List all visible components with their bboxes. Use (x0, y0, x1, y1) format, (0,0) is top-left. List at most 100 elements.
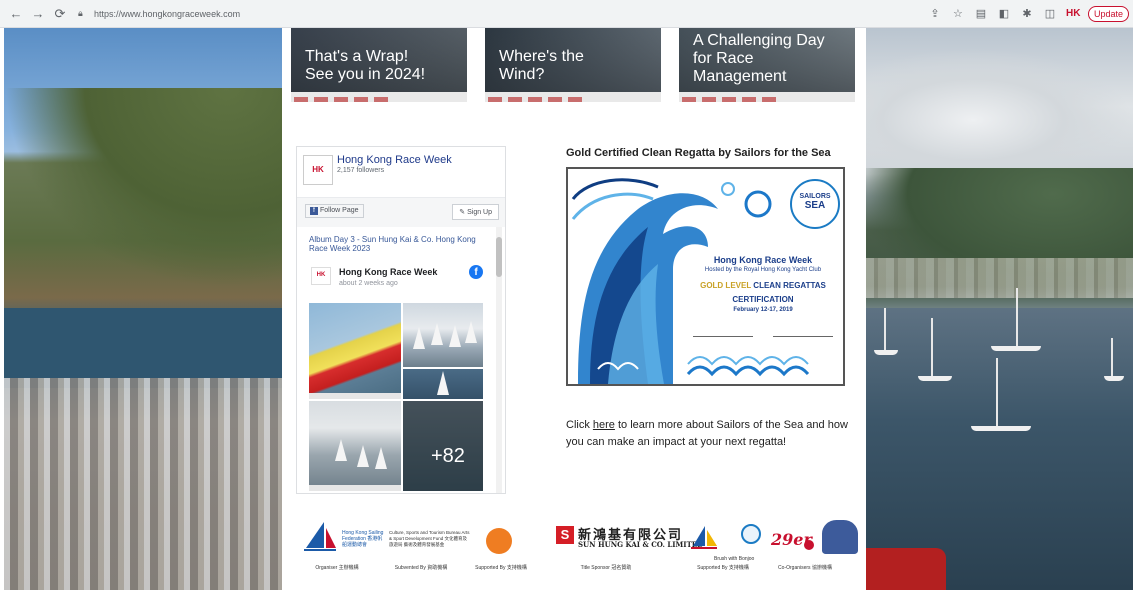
brush-with-bonjoo-text: Brush with Bonjoo (714, 556, 755, 562)
dinghy-park (4, 378, 282, 590)
yacht-mast (1016, 288, 1018, 348)
yacht-mast (996, 358, 998, 428)
clean-regattas-text: CLEAN REGATTAS (753, 281, 826, 290)
signup-label: Sign Up (467, 209, 492, 216)
news-card-title[interactable]: That's a Wrap! See you in 2024! (305, 48, 425, 84)
badge-text: SAILORS (799, 193, 831, 200)
news-card[interactable]: A Challenging Day for Race Management (679, 28, 855, 102)
follow-page-button[interactable]: f Follow Page (305, 204, 364, 218)
news-card[interactable]: That's a Wrap! See you in 2024! (291, 28, 467, 102)
sea-shape (4, 308, 282, 388)
news-title-line: Where's the (499, 48, 584, 65)
organiser-caption: Organiser 主辦機構 (315, 565, 359, 571)
album-photo[interactable] (403, 369, 483, 399)
share-icon[interactable]: ⇪ (928, 7, 942, 21)
facebook-page-name[interactable]: Hong Kong Race Week (337, 154, 452, 166)
photo-strip (309, 485, 401, 491)
sail-shape (437, 371, 449, 395)
page-avatar[interactable]: HK (303, 155, 333, 185)
certificate-level: GOLD LEVEL CLEAN REGATTAS (688, 281, 838, 290)
hk-extension-icon[interactable]: HK (1066, 7, 1080, 21)
news-title-line: That's a Wrap! (305, 48, 409, 65)
news-title-line: Management (693, 68, 787, 85)
post-author[interactable]: Hong Kong Race Week (339, 267, 437, 277)
background-photo-right (866, 28, 1133, 590)
reload-icon[interactable]: ⟳ (52, 6, 68, 22)
orange-circle-logo[interactable] (486, 528, 512, 554)
info-text-start: Click (566, 419, 593, 431)
sponsor-strip (291, 92, 467, 102)
sponsor-logos: Hong Kong Sailing Federation 香港帆船運動總會 Cu… (296, 516, 866, 590)
sign-up-button[interactable]: ✎ Sign Up (452, 204, 499, 220)
photo-strip (309, 393, 401, 399)
hksf-sail-logo[interactable] (302, 520, 338, 554)
sun-hung-kai-logo[interactable]: S (556, 526, 574, 544)
follow-label: Follow Page (320, 207, 359, 214)
album-photo-more[interactable]: +82 (403, 401, 483, 491)
news-title-line: for Race (693, 50, 754, 67)
rhkyc-crest-logo[interactable] (822, 520, 858, 554)
sidebar-icon[interactable]: ◫ (1043, 7, 1057, 21)
supported-caption: Supported By 支持機構 (475, 565, 527, 571)
avatar-text: HK (316, 272, 326, 278)
address-bar[interactable]: 🔒︎ https://www.hongkongraceweek.com (78, 4, 240, 24)
certificate-title: Hong Kong Race Week (713, 255, 813, 265)
feed-scrollbar-thumb[interactable] (496, 237, 502, 277)
browser-toolbar-right: ⇪ ☆ ▤ ◧ ✱ ◫ HK Update (919, 4, 1129, 24)
certificate-dates: February 12-17, 2019 (733, 307, 793, 313)
post-time[interactable]: about 2 weeks ago (339, 280, 398, 287)
post-avatar[interactable]: HK (311, 267, 331, 285)
sailors-info-text: Click here to learn more about Sailors o… (566, 417, 851, 451)
certificate-heading: Gold Certified Clean Regatta by Sailors … (566, 147, 831, 159)
album-photo[interactable] (309, 401, 401, 491)
extension-icon[interactable]: ▤ (974, 7, 988, 21)
facebook-feed[interactable]: Album Day 3 - Sun Hung Kai & Co. Hong Ko… (297, 227, 505, 493)
red-boat (866, 548, 946, 590)
sailors-for-the-sea-badge: SAILORS SEA (790, 179, 840, 229)
star-icon[interactable]: ☆ (951, 7, 965, 21)
yacht-mast (1111, 338, 1113, 378)
album-photo[interactable] (403, 303, 483, 367)
badge-text: SEA (804, 200, 826, 211)
news-card-title[interactable]: Where's the Wind? (499, 48, 584, 84)
facebook-actions: f Follow Page ✎ Sign Up (297, 197, 505, 227)
sail-shape (449, 325, 461, 347)
yacht-hull (991, 346, 1041, 351)
learn-more-link[interactable]: here (593, 419, 615, 431)
sponsor-strip (679, 92, 855, 102)
forward-icon[interactable]: → (30, 6, 46, 22)
sail-shape (413, 327, 425, 349)
hill-shape (4, 88, 282, 288)
co-organisers-caption: Co-Organisers 協辦機構 (778, 565, 832, 571)
extension-icon[interactable]: ◧ (997, 7, 1011, 21)
sail-shape (335, 439, 347, 461)
yacht-hull (971, 426, 1031, 431)
supported-caption: Supported By 支持機構 (697, 565, 749, 571)
hksf-name: Hong Kong Sailing Federation 香港帆船運動總會 (342, 530, 384, 548)
yacht-hull (1104, 376, 1124, 381)
certificate-host: Hosted by the Royal Hong Kong Yacht Club (704, 267, 822, 273)
certification-text: CERTIFICATION (732, 295, 794, 304)
sailors-for-the-sea-logo[interactable] (741, 524, 761, 544)
yacht-hull (918, 376, 952, 381)
puzzle-icon[interactable]: ✱ (1020, 7, 1034, 21)
album-photo[interactable] (309, 303, 401, 399)
cloud-shape (866, 48, 1133, 168)
sail-shape (431, 323, 443, 345)
sponsor-strip (485, 92, 661, 102)
update-button[interactable]: Update (1087, 6, 1129, 22)
facebook-header: HK Hong Kong Race Week 2,157 followers (297, 147, 505, 197)
flower-logo[interactable] (804, 540, 814, 550)
more-photos-count[interactable]: +82 (431, 445, 465, 468)
sail-shape (465, 321, 477, 343)
album-title-link[interactable]: Album Day 3 - Sun Hung Kai & Co. Hong Ko… (309, 235, 479, 253)
background-photo-left (4, 28, 282, 590)
pen-icon: ✎ (459, 209, 466, 216)
url-text[interactable]: https://www.hongkongraceweek.com (94, 9, 240, 19)
news-title-line: A Challenging Day (693, 32, 825, 49)
news-card[interactable]: Where's the Wind? (485, 28, 661, 102)
facebook-logo-icon[interactable]: f (469, 265, 483, 279)
back-icon[interactable]: ← (8, 6, 24, 22)
news-card-title[interactable]: A Challenging Day for Race Management (693, 32, 825, 86)
blue-sail-logo[interactable] (689, 524, 719, 550)
